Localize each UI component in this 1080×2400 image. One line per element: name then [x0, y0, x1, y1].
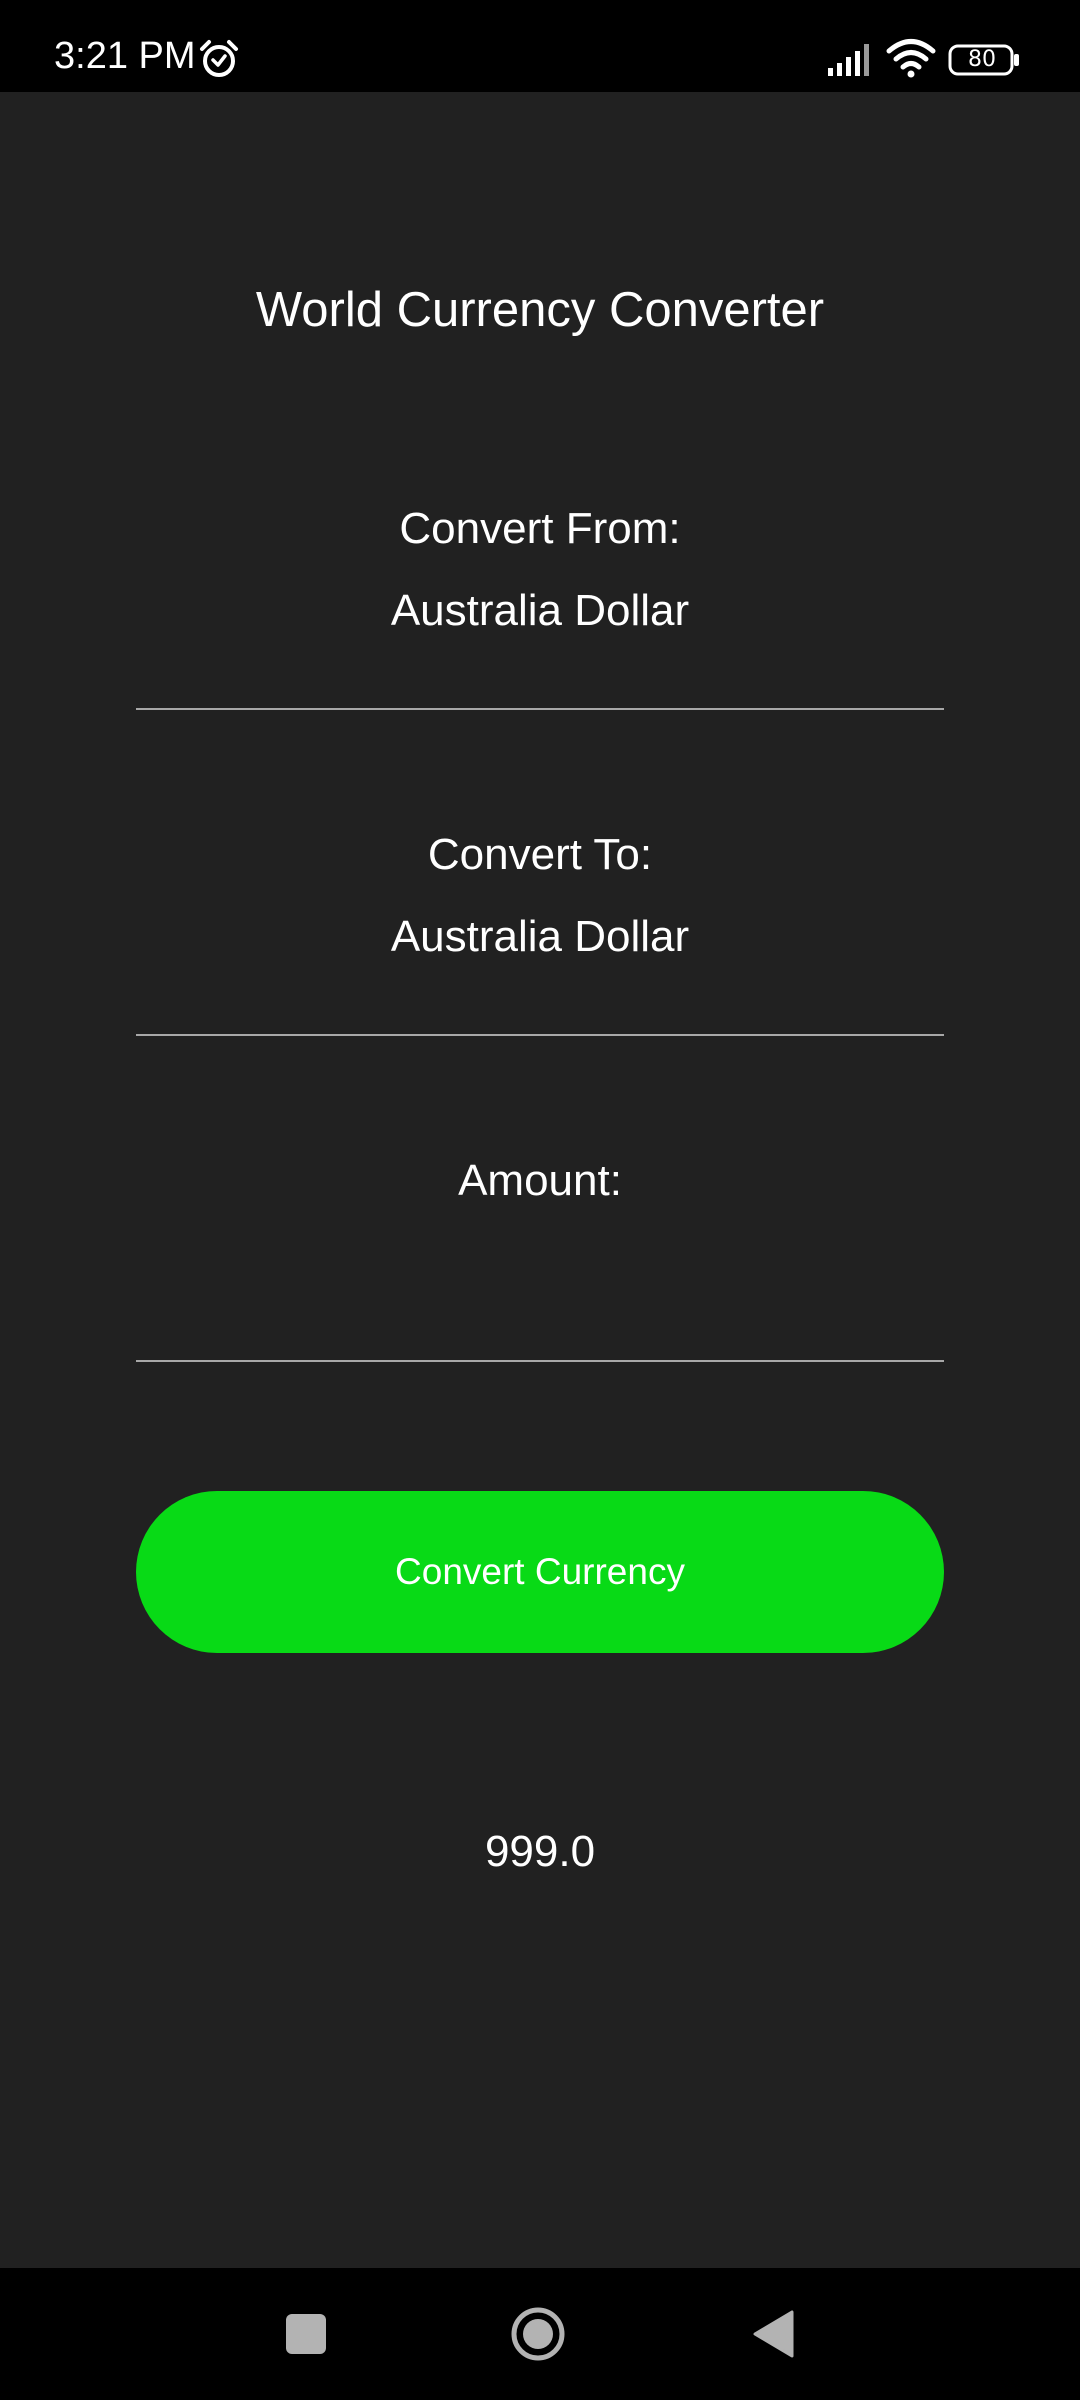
convert-to-divider [136, 1034, 944, 1036]
convert-currency-button[interactable]: Convert Currency [136, 1491, 944, 1653]
convert-from-label: Convert From: [399, 504, 681, 553]
recents-icon[interactable] [286, 2314, 326, 2354]
alarm-icon [200, 40, 238, 77]
app-screen: 3:21 PM 80 World Currency Converter Conv… [0, 0, 1080, 2400]
convert-to-label: Convert To: [427, 830, 653, 879]
status-bar: 3:21 PM 80 [0, 0, 1080, 92]
back-icon[interactable] [752, 2310, 794, 2358]
home-icon[interactable] [510, 2306, 566, 2362]
battery-level: 80 [968, 47, 996, 72]
result-value: 999.0 [484, 1827, 596, 1876]
amount-divider [136, 1360, 944, 1362]
app-title: World Currency Converter [255, 283, 825, 337]
convert-from-spinner[interactable]: Australia Dollar [0, 584, 1080, 638]
status-time: 3:21 PM [54, 35, 196, 77]
convert-to-spinner[interactable]: Australia Dollar [0, 910, 1080, 964]
amount-label: Amount: [458, 1156, 622, 1205]
signal-icon [828, 44, 869, 76]
wifi-icon [886, 39, 936, 78]
convert-from-divider [136, 708, 944, 710]
amount-input[interactable] [136, 1240, 948, 1322]
